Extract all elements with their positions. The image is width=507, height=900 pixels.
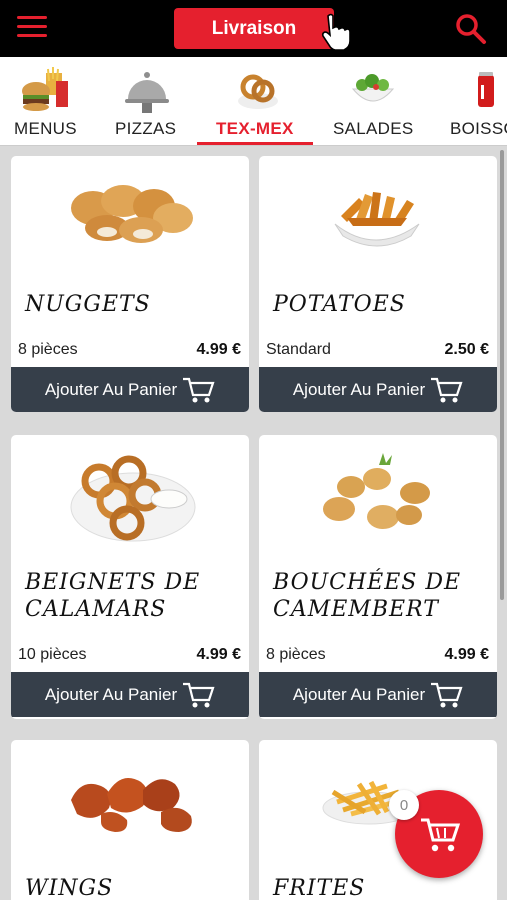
active-category-indicator xyxy=(197,142,313,145)
soda-can-icon xyxy=(478,72,494,107)
product-name: BEIGNETS DE CALAMARS xyxy=(25,569,200,623)
product-price: 4.99 € xyxy=(444,646,489,663)
product-description: 8 pièces xyxy=(266,646,326,663)
category-label: TEX-MEX xyxy=(216,119,294,138)
product-card-potatoes[interactable]: POTATOES Standard 2.50 € Ajouter Au Pani… xyxy=(259,156,497,412)
category-label: SALADES xyxy=(333,119,414,138)
product-price: 4.99 € xyxy=(196,341,241,358)
add-to-cart-label: Ajouter Au Panier xyxy=(292,379,426,399)
cart-icon xyxy=(183,682,215,707)
product-grid: NUGGETS 8 pièces 4.99 € Ajouter Au Panie… xyxy=(0,146,507,900)
category-tab-menus[interactable]: MENUS xyxy=(0,57,90,145)
add-to-cart-button[interactable]: Ajouter Au Panier xyxy=(259,367,497,412)
add-to-cart-button[interactable]: Ajouter Au Panier xyxy=(11,672,249,717)
scrollbar[interactable] xyxy=(500,150,504,600)
top-bar: Livraison xyxy=(0,0,507,57)
product-price: 2.50 € xyxy=(444,341,489,358)
product-card-beignets-de-calamars[interactable]: BEIGNETS DE CALAMARS 10 pièces 4.99 € Aj… xyxy=(11,435,249,719)
product-name-line2: CAMEMBERT xyxy=(273,597,439,622)
category-label: MENUS xyxy=(14,119,77,138)
product-description: Standard xyxy=(266,341,331,358)
product-card-bouchees-de-camembert[interactable]: BOUCHÉES DE CAMEMBERT 8 pièces 4.99 € Aj… xyxy=(259,435,497,719)
hand-cursor-icon xyxy=(321,13,351,50)
cart-icon xyxy=(183,377,215,402)
salad-bowl-icon xyxy=(351,74,395,102)
cart-count-badge: 0 xyxy=(389,790,419,820)
delivery-mode-button[interactable]: Livraison xyxy=(174,8,334,49)
category-tab-tex-mex[interactable]: TEX-MEX xyxy=(197,57,313,145)
nuggets-photo xyxy=(71,185,193,243)
search-icon[interactable] xyxy=(455,13,487,45)
potatoes-photo xyxy=(334,192,420,247)
product-name-line2: CALAMARS xyxy=(25,597,167,622)
hamburger-menu-icon[interactable] xyxy=(17,16,47,38)
chicken-wings-photo xyxy=(71,778,192,832)
product-description: 8 pièces xyxy=(18,341,78,358)
product-name: FRITES xyxy=(273,876,366,900)
add-to-cart-label: Ajouter Au Panier xyxy=(44,379,178,399)
camembert-bites-photo xyxy=(323,453,430,529)
add-to-cart-button[interactable]: Ajouter Au Panier xyxy=(259,672,497,717)
product-description: 10 pièces xyxy=(18,646,87,663)
product-name: BOUCHÉES DE CAMEMBERT xyxy=(273,569,461,623)
calamari-rings-photo xyxy=(70,455,196,542)
product-name: NUGGETS xyxy=(25,292,151,317)
cart-icon xyxy=(431,377,463,402)
category-tab-pizzas[interactable]: PIZZAS xyxy=(100,57,192,145)
add-to-cart-label: Ajouter Au Panier xyxy=(44,684,178,704)
product-card-nuggets[interactable]: NUGGETS 8 pièces 4.99 € Ajouter Au Panie… xyxy=(11,156,249,412)
add-to-cart-button[interactable]: Ajouter Au Panier xyxy=(11,367,249,412)
add-to-cart-label: Ajouter Au Panier xyxy=(292,684,426,704)
delivery-mode-label: Livraison xyxy=(211,17,297,39)
category-tab-salades[interactable]: SALADES xyxy=(322,57,422,145)
product-price: 4.99 € xyxy=(196,646,241,663)
product-name-line1: BOUCHÉES DE xyxy=(273,570,462,595)
category-tab-boissons[interactable]: BOISSO xyxy=(440,57,507,145)
onion-rings-icon xyxy=(238,74,278,109)
product-name: WINGS xyxy=(25,876,114,900)
cart-icon xyxy=(421,818,461,852)
category-bar: MENUS PIZZAS TEX-MEX SALADES BOISS xyxy=(0,57,507,146)
product-card-wings[interactable]: WINGS xyxy=(11,740,249,900)
product-name: POTATOES xyxy=(273,292,406,317)
burger-fries-icon xyxy=(22,67,68,111)
cart-icon xyxy=(431,682,463,707)
product-name-line1: BEIGNETS DE xyxy=(25,570,201,595)
cloche-icon xyxy=(125,72,169,113)
category-label: PIZZAS xyxy=(115,119,177,138)
category-label: BOISSO xyxy=(450,119,507,138)
